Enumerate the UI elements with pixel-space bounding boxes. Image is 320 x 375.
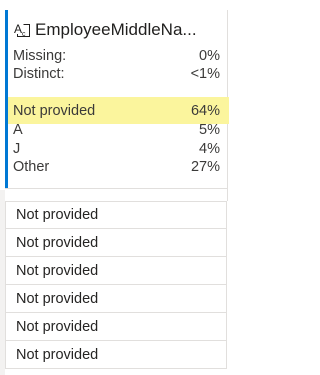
header-divider (5, 188, 228, 189)
column-title-row[interactable]: A c EmployeeMiddleNa... (14, 18, 224, 42)
distribution-label: A (13, 122, 23, 138)
table-row[interactable]: Not provided (5, 257, 227, 285)
table-row[interactable]: Not provided (5, 341, 227, 369)
distribution-label: Not provided (13, 103, 96, 119)
table-row[interactable]: Not provided (5, 229, 227, 257)
svg-text:A: A (14, 22, 22, 36)
table-row[interactable]: Not provided (5, 313, 227, 341)
distinct-label: Distinct: (13, 66, 65, 82)
distribution-label: Other (13, 159, 50, 175)
distribution-value: 27% (190, 159, 220, 175)
missing-value: 0% (199, 48, 220, 64)
distribution-value: 64% (190, 103, 220, 119)
distribution-item[interactable]: J 4% (13, 140, 220, 158)
text-type-icon[interactable]: A c (14, 21, 32, 39)
missing-stat: Missing: 0% (13, 47, 220, 65)
distribution-item[interactable]: Other 27% (13, 158, 220, 176)
distribution-value: 4% (199, 141, 220, 157)
missing-label: Missing: (13, 48, 67, 64)
data-rows: Not provided Not provided Not provided N… (5, 201, 227, 369)
distribution-item[interactable]: A 5% (13, 121, 220, 139)
distinct-stat: Distinct: <1% (13, 65, 220, 83)
table-row[interactable]: Not provided (5, 285, 227, 313)
svg-text:c: c (22, 31, 26, 38)
distribution-label: J (13, 141, 21, 157)
distribution-value: 5% (199, 122, 220, 138)
column-name: EmployeeMiddleNa... (35, 20, 197, 39)
distribution-item[interactable]: Not provided 64% (13, 102, 220, 120)
distinct-value: <1% (190, 66, 220, 82)
table-row[interactable]: Not provided (5, 201, 227, 229)
column-profile-pane: A c EmployeeMiddleNa... Missing: 0% Dist… (0, 0, 229, 375)
